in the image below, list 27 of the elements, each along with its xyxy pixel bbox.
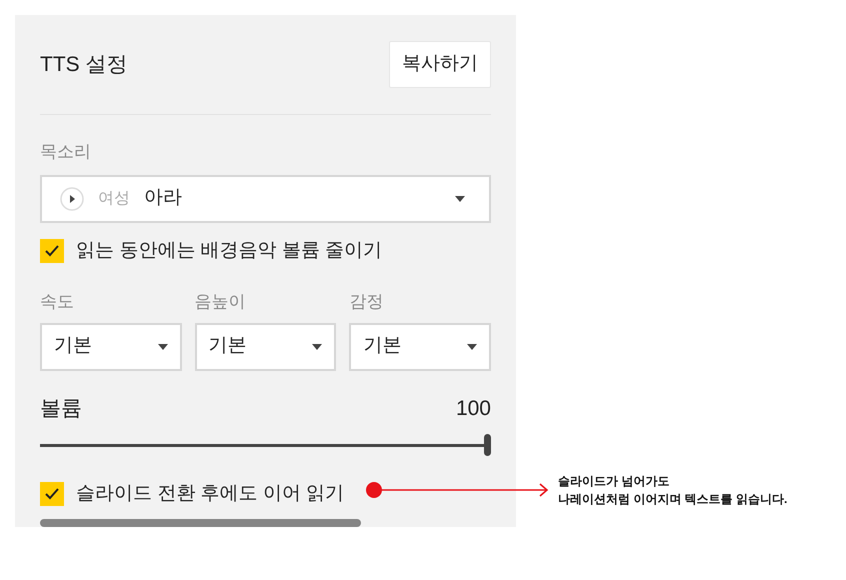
voice-name: 아라: [144, 186, 182, 210]
dropdown-label: 음높이: [194, 291, 247, 313]
gender-text: 여성: [98, 188, 130, 208]
checkbox-label: 슬라이드 전환 후에도 이어 읽기: [76, 482, 344, 506]
dropdown-label: 감정: [349, 291, 384, 313]
checkbox[interactable]: [40, 482, 64, 506]
volume-slider[interactable]: [40, 434, 491, 456]
dropdown[interactable]: 기본: [194, 322, 336, 370]
checkbox[interactable]: [40, 238, 64, 263]
voice-label: 목소리: [40, 141, 92, 163]
dropdown[interactable]: 기본: [349, 322, 491, 370]
slider-thumb[interactable]: [484, 434, 491, 456]
panel-title: TTS 설정: [40, 52, 128, 78]
caret-icon: [158, 344, 168, 350]
caret-icon: [467, 344, 477, 350]
volume-reading: 100: [456, 396, 491, 422]
dropdown[interactable]: 기본: [40, 322, 182, 370]
caret-icon: [455, 196, 465, 202]
voice-dropdown[interactable]: 여성 아라: [40, 174, 491, 222]
volume-label: 볼륨: [40, 396, 82, 422]
annotation-text: 슬라이드가 넘어가도 나레이션처럼 이어지며 텍스트를 읽습니다.: [558, 473, 788, 508]
scrollbar[interactable]: [40, 518, 361, 526]
play-icon[interactable]: [60, 186, 84, 210]
dropdown-label: 속도: [40, 291, 75, 313]
caret-icon: [312, 344, 322, 350]
checkbox-label: 읽는 동안에는 배경음악 볼륨 줄이기: [76, 238, 382, 262]
copy-button[interactable]: 복사하기: [389, 41, 491, 88]
